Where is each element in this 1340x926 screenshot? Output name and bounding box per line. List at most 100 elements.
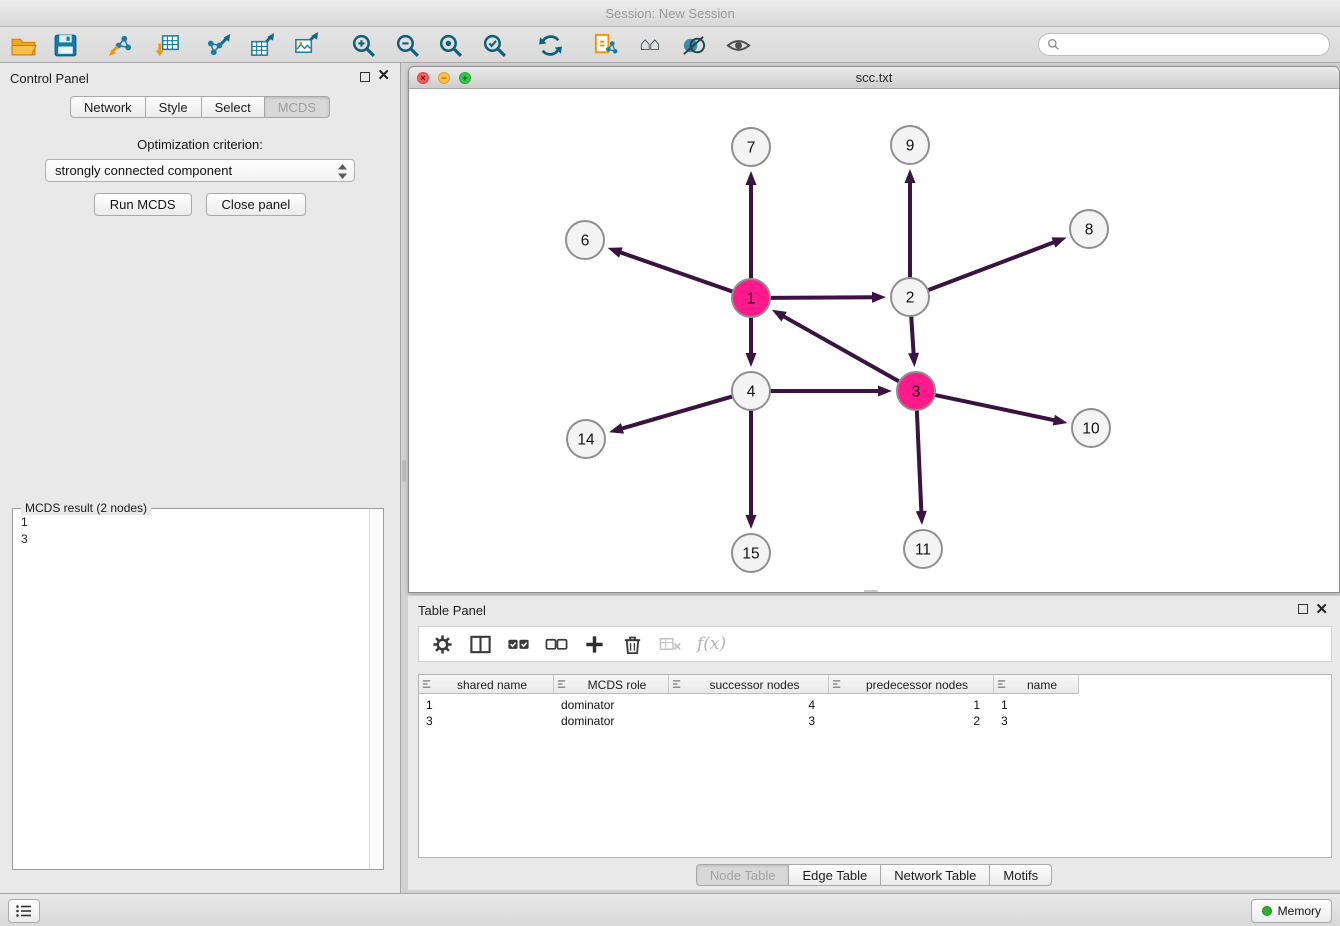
cell-name[interactable]: 1 [994, 697, 1079, 713]
network-canvas[interactable]: 7968124314101511 [409, 89, 1340, 593]
cell-predecessor-nodes[interactable]: 1 [829, 697, 994, 713]
column-header-label: successor nodes [683, 675, 826, 694]
tab-select[interactable]: Select [202, 96, 265, 118]
dropdown-stepper-icon [338, 164, 347, 179]
status-bar: Memory [0, 893, 1340, 926]
column-header-successor-nodes[interactable]: successor nodes [669, 675, 829, 694]
show-hide-button[interactable] [722, 29, 754, 61]
new-network-from-selection-button[interactable] [589, 29, 621, 61]
table-float-icon[interactable] [1298, 604, 1308, 614]
run-mcds-button[interactable]: Run MCDS [94, 193, 192, 216]
cell-successor-nodes[interactable]: 3 [669, 713, 829, 729]
graph-node-label: 11 [915, 542, 931, 559]
first-neighbors-button[interactable]: ⌂⌂ [633, 29, 665, 61]
column-header-mcds-role[interactable]: MCDS role [554, 675, 669, 694]
graph-edgearrow-4-3 [878, 386, 892, 397]
mcds-result-list: 1 3 [21, 514, 367, 548]
deselect-all-icon[interactable] [545, 633, 568, 656]
control-panel-header: Control Panel ✕ [0, 63, 400, 91]
venn-diagram-icon [680, 32, 707, 59]
tab-network-table[interactable]: Network Table [881, 864, 990, 886]
graph-edge-3-11[interactable] [917, 410, 922, 514]
add-column-icon[interactable] [583, 633, 606, 656]
network-window-titlebar[interactable]: × − + scc.txt [409, 67, 1339, 89]
task-history-button[interactable] [8, 899, 40, 923]
column-header-name[interactable]: name [994, 675, 1079, 694]
graph-edgearrow-1-7 [746, 171, 757, 185]
node-table: shared name MCDS role successor nodes pr… [418, 674, 1332, 858]
function-builder-icon: f(x) [697, 634, 726, 654]
graph-node-label: 2 [906, 290, 915, 307]
zoom-selected-button[interactable] [478, 29, 510, 61]
export-table-button[interactable] [246, 29, 278, 61]
graph-node-label: 1 [747, 291, 756, 308]
cell-shared-name[interactable]: 1 [419, 697, 554, 713]
houses-icon: ⌂⌂ [640, 34, 659, 56]
export-image-button[interactable] [290, 29, 322, 61]
main-toolbar: ⌂⌂ [0, 27, 1340, 63]
list-icon [16, 905, 32, 917]
close-panel-button[interactable]: Close panel [206, 193, 307, 216]
export-network-button[interactable] [203, 29, 235, 61]
graph-edge-3-1[interactable] [781, 315, 899, 381]
export-table-icon [249, 32, 276, 59]
cell-successor-nodes[interactable]: 4 [669, 697, 829, 713]
graph-edge-3-10[interactable] [935, 395, 1057, 421]
tab-edge-table[interactable]: Edge Table [789, 864, 881, 886]
graph-edge-1-6[interactable] [618, 252, 733, 292]
zoom-fit-button[interactable] [434, 29, 466, 61]
canvas-resize-handle[interactable] [864, 590, 878, 593]
float-panel-icon[interactable] [360, 72, 370, 82]
graph-edge-1-2[interactable] [770, 297, 875, 298]
graph-edge-2-3[interactable] [911, 316, 914, 356]
tab-network[interactable]: Network [70, 96, 146, 118]
cell-predecessor-nodes[interactable]: 2 [829, 713, 994, 729]
tab-motifs[interactable]: Motifs [990, 864, 1052, 886]
table-close-icon[interactable]: ✕ [1315, 600, 1328, 618]
panel-splitter-handle[interactable] [402, 460, 406, 482]
save-session-button[interactable] [49, 29, 81, 61]
table-header-row: shared name MCDS role successor nodes pr… [419, 675, 1331, 694]
trash-icon[interactable] [621, 633, 644, 656]
graph-edgearrow-2-8 [1052, 237, 1067, 247]
graph-edgearrow-1-6 [608, 247, 623, 257]
split-columns-icon[interactable] [469, 633, 492, 656]
zoom-out-button[interactable] [391, 29, 423, 61]
criterion-dropdown[interactable]: strongly connected component [45, 159, 355, 182]
graph-node-label: 6 [581, 233, 590, 250]
optimization-criterion-label: Optimization criterion: [0, 137, 400, 152]
gear-icon[interactable] [431, 633, 454, 656]
import-network-button[interactable] [103, 29, 135, 61]
search-input[interactable] [1065, 38, 1321, 52]
tab-node-table[interactable]: Node Table [696, 864, 790, 886]
graph-node-label: 3 [912, 384, 921, 401]
column-header-predecessor-nodes[interactable]: predecessor nodes [829, 675, 994, 694]
window-titlebar[interactable]: Session: New Session [0, 0, 1340, 27]
column-type-icon [997, 679, 1008, 690]
column-header-shared-name[interactable]: shared name [419, 675, 554, 694]
graph-edge-4-14[interactable] [620, 396, 733, 429]
open-session-button[interactable] [7, 29, 39, 61]
select-all-icon[interactable] [507, 633, 530, 656]
memory-button[interactable]: Memory [1251, 899, 1332, 923]
tab-mcds[interactable]: MCDS [265, 96, 330, 118]
zoom-in-button[interactable] [347, 29, 379, 61]
network-graph[interactable]: 7968124314101511 [409, 89, 1340, 593]
column-type-icon [557, 679, 568, 690]
mcds-result-box: MCDS result (2 nodes) 1 3 [12, 508, 384, 870]
refresh-view-button[interactable] [534, 29, 566, 61]
result-scrollbar[interactable] [369, 509, 383, 869]
cell-mcds-role[interactable]: dominator [554, 713, 669, 729]
style-venn-button[interactable] [677, 29, 709, 61]
cell-shared-name[interactable]: 3 [419, 713, 554, 729]
tab-style[interactable]: Style [146, 96, 202, 118]
graph-edge-2-8[interactable] [928, 241, 1057, 290]
cell-mcds-role[interactable]: dominator [554, 697, 669, 713]
import-table-button[interactable] [151, 29, 183, 61]
graph-edgearrow-4-14 [609, 423, 624, 434]
control-panel-title: Control Panel [10, 71, 89, 86]
table-row[interactable]: 3 dominator 3 2 3 [419, 713, 1331, 729]
cell-name[interactable]: 3 [994, 713, 1079, 729]
close-panel-icon[interactable]: ✕ [377, 68, 390, 84]
table-row[interactable]: 1 dominator 4 1 1 [419, 697, 1331, 713]
